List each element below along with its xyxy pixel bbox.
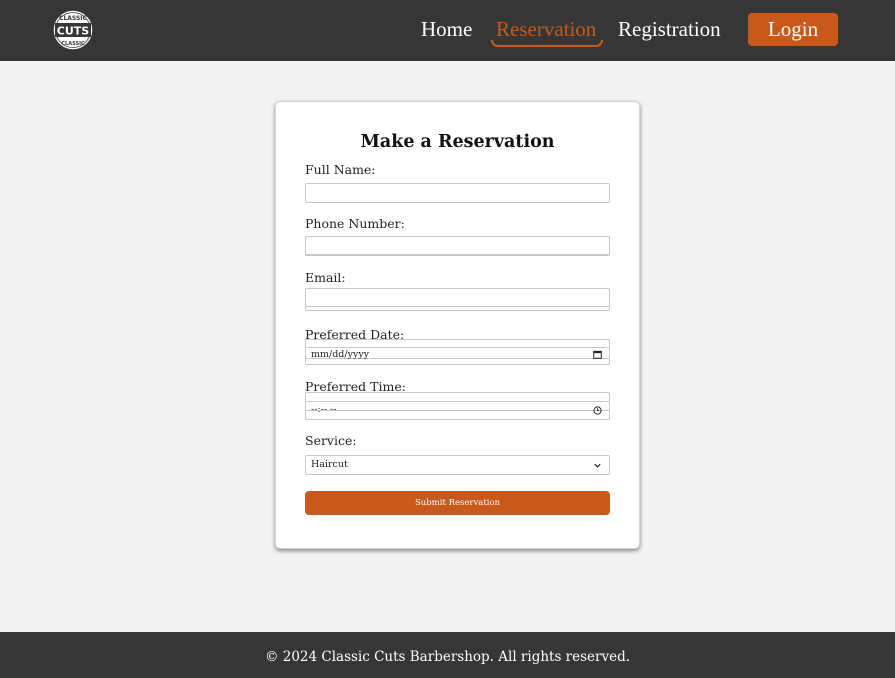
submit-reservation-button[interactable]: Submit Reservation bbox=[305, 491, 610, 515]
calendar-icon[interactable] bbox=[593, 350, 602, 359]
nav-link-registration[interactable]: Registration bbox=[618, 16, 721, 42]
input-divider bbox=[306, 306, 609, 307]
input-divider bbox=[306, 410, 609, 411]
logo-top-text: CLASSIC bbox=[59, 15, 87, 22]
input-divider bbox=[306, 401, 609, 402]
logo-badge-icon: CUTS CLASSIC CLASSIC bbox=[52, 9, 94, 51]
preferred-date-input[interactable]: mm/dd/yyyy bbox=[305, 339, 610, 365]
clock-icon[interactable] bbox=[593, 406, 602, 415]
time-placeholder: --:-- -- bbox=[311, 404, 337, 415]
input-divider bbox=[306, 254, 609, 255]
email-input[interactable] bbox=[305, 288, 610, 311]
footer-copyright: © 2024 Classic Cuts Barbershop. All righ… bbox=[264, 649, 631, 665]
logo-main-text: CUTS bbox=[57, 25, 90, 38]
active-nav-indicator bbox=[491, 40, 603, 47]
service-selected-value: Haircut bbox=[311, 459, 348, 470]
full-name-label: Full Name: bbox=[305, 162, 376, 177]
nav-link-reservation[interactable]: Reservation bbox=[496, 16, 596, 42]
form-title: Make a Reservation bbox=[360, 132, 555, 152]
service-label: Service: bbox=[305, 433, 357, 448]
nav-link-home[interactable]: Home bbox=[421, 16, 472, 42]
login-button[interactable]: Login bbox=[748, 13, 838, 46]
phone-number-input[interactable] bbox=[305, 236, 610, 256]
email-label: Email: bbox=[305, 270, 346, 285]
service-select[interactable]: Haircut bbox=[305, 455, 610, 475]
chevron-down-icon[interactable] bbox=[593, 461, 602, 470]
input-divider bbox=[306, 347, 609, 348]
brand-logo[interactable]: CUTS CLASSIC CLASSIC bbox=[52, 4, 94, 56]
phone-number-label: Phone Number: bbox=[305, 216, 405, 231]
full-name-input[interactable] bbox=[305, 183, 610, 203]
preferred-time-input[interactable]: --:-- -- bbox=[305, 392, 610, 420]
date-placeholder: mm/dd/yyyy bbox=[311, 349, 370, 360]
logo-bottom-text: CLASSIC bbox=[61, 41, 85, 47]
